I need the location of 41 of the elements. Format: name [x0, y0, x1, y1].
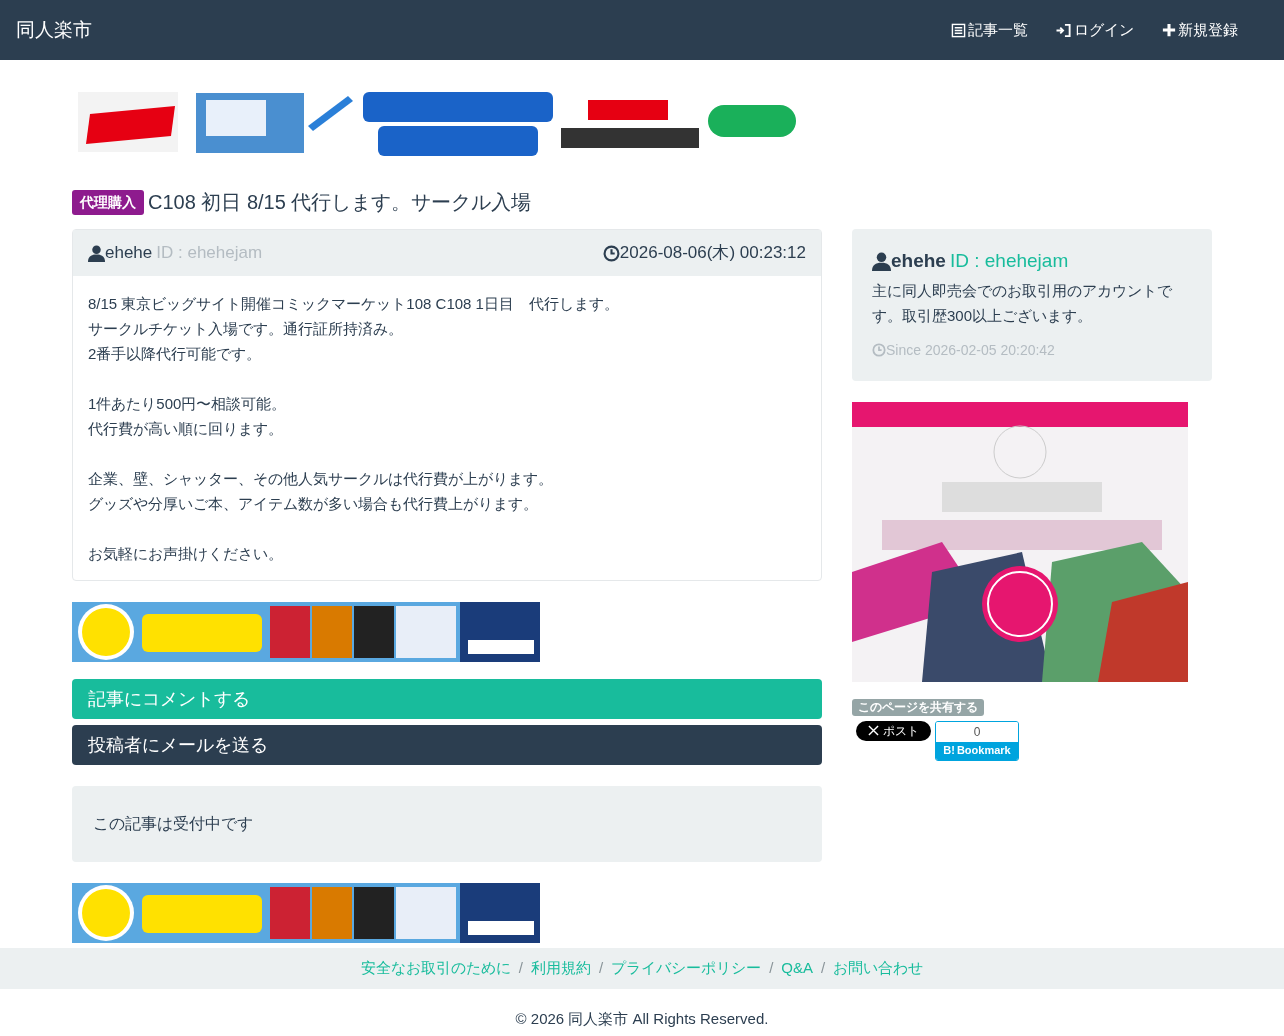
- copyright: © 2026 同人楽市 All Rights Reserved.: [514, 1009, 770, 1029]
- status-notice: この記事は受付中です: [93, 814, 253, 834]
- body-text: グッズや分厚いご本、アイテム数が多い場合も代行費上がります。: [88, 494, 539, 514]
- list-icon: [951, 22, 966, 38]
- separator: /: [599, 958, 604, 979]
- author-id: ID : ehehejam: [156, 242, 263, 265]
- nav-link[interactable]: ログイン: [1056, 18, 1134, 42]
- body-text: 代行費が高い順に回ります。: [88, 419, 284, 439]
- share-label: このページを共有する: [852, 698, 984, 716]
- separator: /: [769, 958, 774, 979]
- posted-date: 2026-08-06(木) 00:23:12: [619, 242, 806, 265]
- nav-link[interactable]: 記事一覧: [951, 18, 1028, 42]
- body-text: 1件あたり500円〜相談可能。: [88, 394, 288, 414]
- article-title: C108 初日 8/15 代行します。サークル入場: [148, 190, 532, 215]
- body-text: サークルチケット入場です。通行証所持済み。: [88, 319, 404, 339]
- separator: /: [821, 958, 826, 979]
- plus-icon: [1162, 23, 1176, 37]
- body-text: 企業、壁、シャッター、その他人気サークルは代行費が上がります。: [88, 469, 554, 489]
- body-text: 2番手以降代行可能です。: [88, 344, 263, 364]
- body-text: 8/15 東京ビッグサイト開催コミックマーケット108 C108 1日目 代行します。: [88, 294, 620, 314]
- separator: /: [518, 958, 523, 979]
- clock-icon: [872, 343, 886, 357]
- x-post-button[interactable]: ポスト: [856, 720, 931, 741]
- body-text: お気軽にお声掛けください。: [88, 544, 284, 564]
- site-logo[interactable]: 同人楽市: [16, 15, 92, 45]
- category-badge: 代理購入: [72, 189, 144, 215]
- bookmark-widget[interactable]: 0 B! Bookmark: [935, 720, 1019, 761]
- profile-bio: 主に同人即売会でのお取引用のアカウントです。取引歴300以上ございます。: [872, 280, 1173, 326]
- mail-button[interactable]: 投稿者にメールを送る: [72, 725, 822, 765]
- user-icon: [88, 244, 105, 262]
- nav-link[interactable]: 新規登録: [1162, 18, 1238, 42]
- clock-icon: [602, 244, 620, 262]
- author-name[interactable]: ehehe: [105, 240, 153, 266]
- profile-name: ehehe: [891, 249, 946, 273]
- bookmark-logo: B!: [943, 743, 955, 759]
- login-icon: [1056, 22, 1072, 38]
- x-logo-icon: [868, 725, 879, 736]
- profile-id: ID : ehehejam: [949, 249, 1069, 273]
- bookmark-label: Bookmark: [956, 743, 1011, 759]
- user-icon: [872, 251, 891, 271]
- member-since: Since 2026-02-05 20:20:42: [886, 340, 1055, 360]
